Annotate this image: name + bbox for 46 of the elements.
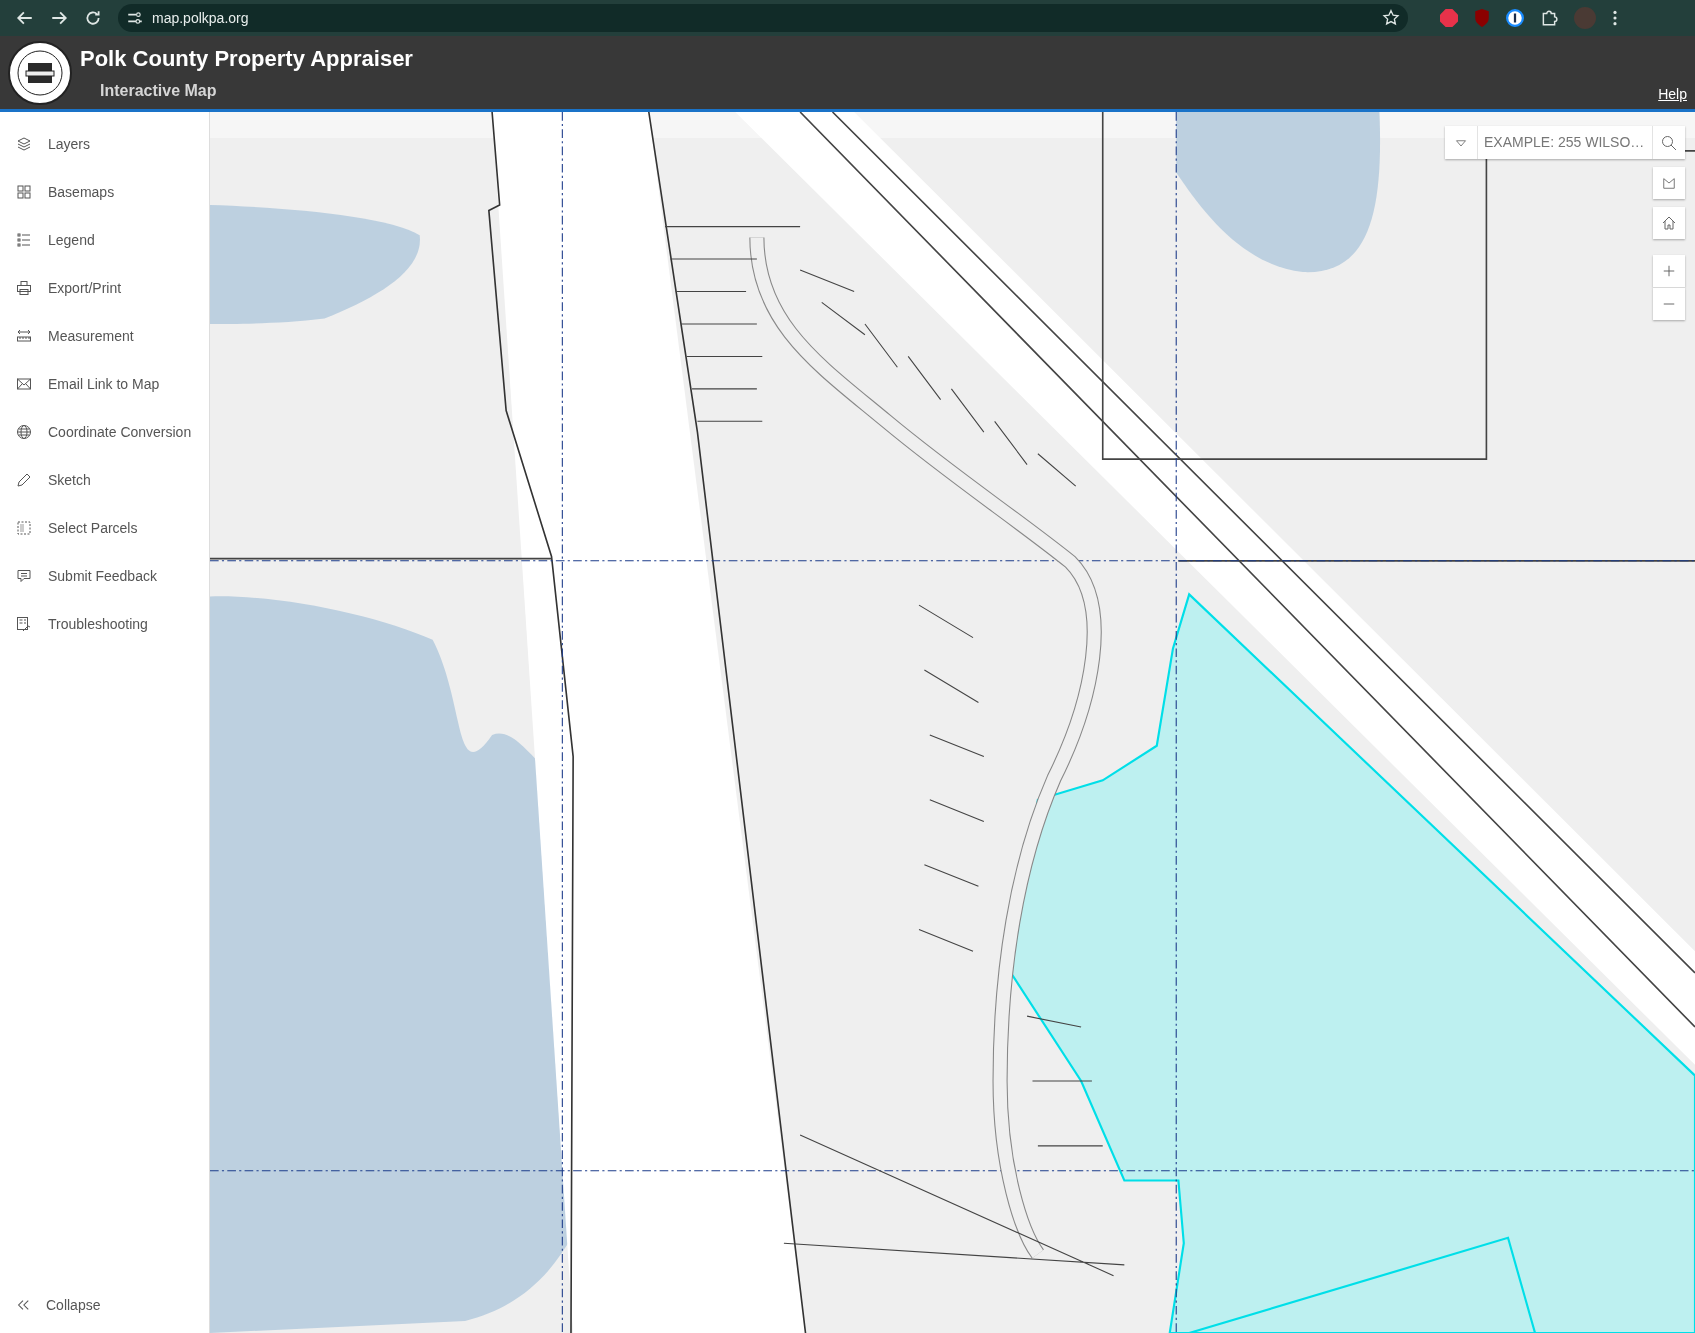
app-subtitle: Interactive Map	[100, 81, 218, 101]
password-manager-icon[interactable]	[1506, 9, 1524, 27]
sidebar-item[interactable]: Export/Print	[0, 264, 209, 312]
search-button[interactable]	[1653, 126, 1685, 159]
star-icon[interactable]	[1382, 9, 1400, 27]
sidebar-item[interactable]: Email Link to Map	[0, 360, 209, 408]
list-icon	[16, 232, 32, 248]
forward-arrow-icon[interactable]	[50, 9, 68, 27]
ruler-icon	[16, 328, 32, 344]
grid-icon	[16, 184, 32, 200]
sidebar-item[interactable]: Coordinate Conversion	[0, 408, 209, 456]
puzzle-piece-icon[interactable]	[1540, 9, 1558, 27]
double-chevron-left-icon	[16, 1298, 30, 1312]
chat-icon	[16, 568, 32, 584]
sidebar-item[interactable]: Legend	[0, 216, 209, 264]
home-icon	[1661, 215, 1677, 231]
collapse-button[interactable]: Collapse	[0, 1281, 209, 1329]
sidebar-item[interactable]: Basemaps	[0, 168, 209, 216]
search-icon	[1661, 134, 1677, 151]
zoom-in-button[interactable]	[1653, 255, 1685, 287]
home-button[interactable]	[1653, 207, 1685, 239]
layers-icon	[16, 136, 32, 152]
sidebar-item[interactable]: Troubleshooting	[0, 600, 209, 648]
sidebar-item[interactable]: Layers	[0, 120, 209, 168]
stop-sign-extension-icon[interactable]	[1440, 9, 1458, 27]
sidebar-item[interactable]: Sketch	[0, 456, 209, 504]
sidebar-item[interactable]: Submit Feedback	[0, 552, 209, 600]
seal-logo-icon	[8, 40, 72, 105]
plus-icon	[1662, 264, 1676, 278]
sidebar-item[interactable]: Select Parcels	[0, 504, 209, 552]
search-bar[interactable]: EXAMPLE: 255 WILSO…	[1445, 126, 1685, 159]
app-title: Polk County Property Appraiser	[80, 45, 414, 73]
sidebar-item[interactable]: Measurement	[0, 312, 209, 360]
pencil-icon	[16, 472, 32, 488]
globe-icon	[16, 424, 32, 440]
printer-icon	[16, 280, 32, 296]
site-settings-icon[interactable]	[126, 9, 144, 27]
envelope-icon	[16, 376, 32, 392]
menu-dots-icon[interactable]	[1612, 9, 1618, 27]
reload-icon[interactable]	[84, 9, 102, 27]
help-link[interactable]: Help	[1658, 84, 1687, 105]
default-extent-button[interactable]	[1653, 167, 1685, 199]
tools-icon	[16, 616, 32, 632]
select-icon	[16, 520, 32, 536]
source-dropdown-button[interactable]	[1445, 126, 1477, 159]
back-arrow-icon[interactable]	[16, 9, 34, 27]
